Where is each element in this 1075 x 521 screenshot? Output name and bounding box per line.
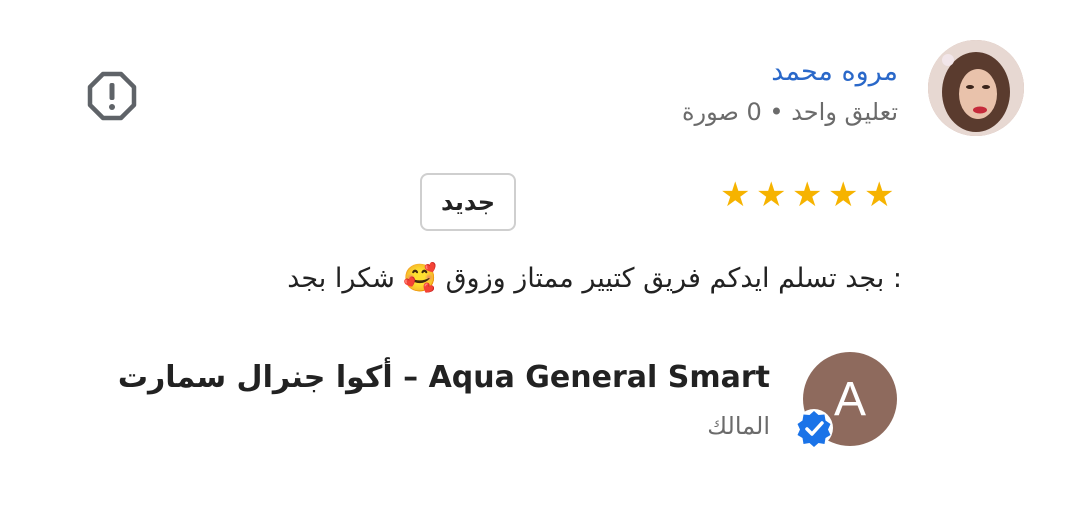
star-icon: ★ bbox=[828, 175, 859, 215]
reviewer-photo bbox=[928, 40, 1024, 136]
reviewer-avatar[interactable] bbox=[928, 40, 1024, 136]
star-rating: ★ ★ ★ ★ ★ bbox=[720, 175, 895, 215]
new-badge: جديد bbox=[420, 173, 516, 231]
star-icon: ★ bbox=[792, 175, 823, 215]
report-icon bbox=[87, 71, 137, 121]
owner-avatar-letter: A bbox=[833, 372, 866, 426]
owner-role: المالك bbox=[707, 412, 770, 440]
star-icon: ★ bbox=[756, 175, 787, 215]
owner-name: Aqua General Smart – أكوا جنرال سمارت bbox=[117, 360, 770, 395]
verified-icon bbox=[794, 408, 834, 448]
review-text: : بجد تسلم ايدكم فريق كتيير ممتاز وزوق 🥰… bbox=[287, 263, 902, 294]
star-icon: ★ bbox=[720, 175, 751, 215]
report-review-button[interactable] bbox=[86, 70, 138, 122]
star-icon: ★ bbox=[864, 175, 895, 215]
reviewer-name-link[interactable]: مروه محمد bbox=[771, 56, 898, 87]
reviewer-meta: تعليق واحد • 0 صورة bbox=[681, 98, 898, 126]
